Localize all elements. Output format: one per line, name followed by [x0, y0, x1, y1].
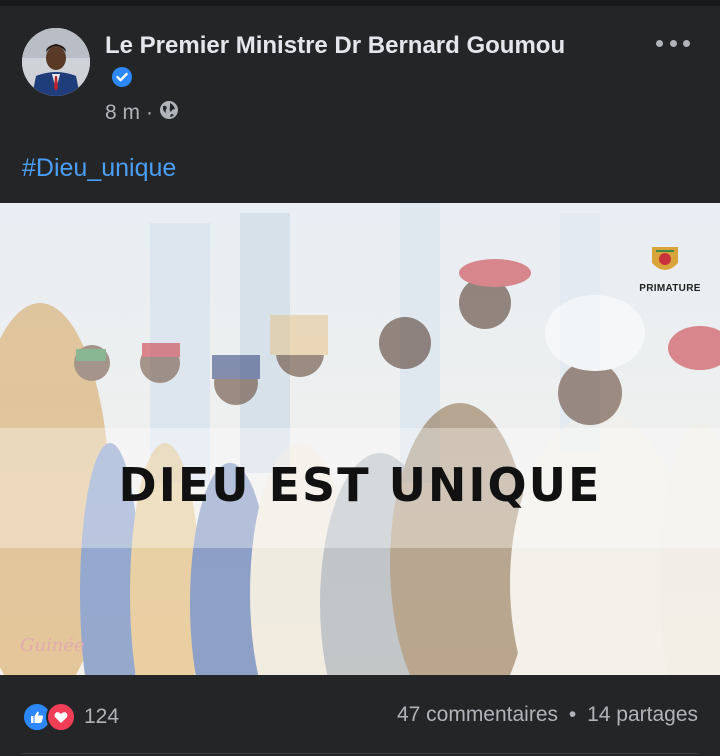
meta-separator: ·: [146, 101, 154, 124]
post-footer: 124 47 commentaires • 14 partages: [0, 675, 720, 756]
post-header: Le Premier Ministre Dr Bernard Goumou 8 …: [0, 6, 720, 146]
love-reaction-icon: [46, 702, 76, 732]
globe-icon[interactable]: [159, 100, 179, 126]
post-time[interactable]: 8 m: [105, 101, 140, 125]
reaction-count: 124: [84, 705, 120, 728]
image-overlay-text: DIEU EST UNIQUE: [118, 458, 602, 512]
post-image[interactable]: PRIMATURE DIEU EST UNIQUE Guinée: [0, 203, 720, 675]
author-avatar[interactable]: [22, 28, 90, 96]
reactions-summary[interactable]: 124: [22, 702, 119, 732]
footer-divider: [22, 753, 698, 754]
comments-link[interactable]: 47 commentaires: [397, 703, 558, 726]
author-name-text: Le Premier Ministre Dr Bernard Goumou: [105, 32, 566, 59]
post-meta: 8 m ·: [105, 100, 179, 126]
hashtag-link[interactable]: #Dieu_unique: [22, 154, 176, 183]
more-options-icon[interactable]: [656, 36, 690, 50]
image-watermark: Guinée: [20, 635, 85, 656]
stats-separator: •: [568, 703, 577, 726]
primature-logo: [652, 247, 678, 270]
author-name[interactable]: Le Premier Ministre Dr Bernard Goumou: [105, 30, 575, 97]
verified-badge-icon: [111, 65, 133, 97]
shares-link[interactable]: 14 partages: [587, 703, 698, 726]
engagement-stats: 47 commentaires • 14 partages: [397, 703, 698, 727]
primature-label: PRIMATURE: [639, 283, 701, 294]
